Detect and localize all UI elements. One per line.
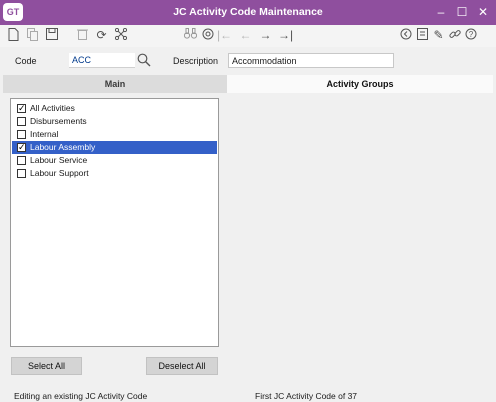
zoom-icon[interactable] [199,27,216,44]
maximize-button[interactable]: ☐ [451,0,473,25]
edit-icon[interactable]: ✎ [430,27,447,44]
list-item[interactable]: Internal [12,128,217,141]
last-record-icon[interactable]: →| [277,27,294,44]
tab-main[interactable]: Main [3,75,227,93]
checkbox[interactable]: ✓ [17,103,26,113]
code-field[interactable] [69,53,135,68]
status-bar: Editing an existing JC Activity Code Fir… [0,388,496,402]
list-item[interactable]: Labour Support [12,167,217,180]
checkbox[interactable] [17,130,26,139]
code-description-row: Code Description [0,49,496,73]
tab-strip: Main Activity Groups [3,75,493,93]
check-icon: ✓ [18,142,26,152]
checkbox[interactable] [17,156,26,165]
activity-list: ✓ All Activities Disbursements Internal … [10,98,219,347]
list-item-label: Labour Support [30,168,89,178]
binoculars-icon[interactable] [182,27,199,44]
back-icon[interactable] [397,27,414,44]
list-item-label: Labour Service [30,155,88,165]
delete-icon[interactable] [74,27,91,44]
list-item-label: Internal [30,129,59,139]
deselect-all-button[interactable]: Deselect All [146,357,218,375]
save-icon[interactable] [43,27,60,44]
list-item-label: Labour Assembly [30,142,96,152]
list-item-selected[interactable]: ✓ Labour Assembly [12,141,217,154]
help-icon[interactable]: ? [462,27,479,44]
tab-activity-groups[interactable]: Activity Groups [227,75,493,93]
check-icon: ✓ [18,103,26,113]
link-icon[interactable] [446,27,463,44]
status-message: Editing an existing JC Activity Code [14,391,148,401]
list-item[interactable]: Disbursements [12,115,217,128]
copy-document-icon[interactable] [24,27,41,44]
list-item[interactable]: Labour Service [12,154,217,167]
description-label: Description [173,56,219,66]
list-item-label: Disbursements [30,116,87,126]
svg-text:?: ? [468,30,473,39]
refresh-icon[interactable]: ⟳ [93,27,110,44]
record-position: First JC Activity Code of 37 [255,391,358,401]
checkbox[interactable] [17,169,26,178]
tree-icon[interactable] [112,27,129,44]
notes-icon[interactable] [414,27,431,44]
list-item[interactable]: ✓ All Activities [12,102,217,115]
search-icon[interactable] [137,53,151,68]
window-title: JC Activity Code Maintenance [173,6,323,18]
minimize-button[interactable]: – [430,0,452,25]
previous-record-icon[interactable]: ← [237,27,254,44]
checkbox[interactable]: ✓ [17,142,26,152]
select-all-button[interactable]: Select All [11,357,82,375]
checkbox[interactable] [17,117,26,126]
next-record-icon[interactable]: → [257,27,274,44]
close-button[interactable]: ✕ [472,0,494,25]
new-document-icon[interactable] [5,27,22,44]
toolbar: ⟳ |← ← → →| ✎ ? [0,25,496,47]
code-label: Code [15,56,37,66]
title-bar: GT JC Activity Code Maintenance – ☐ ✕ [0,0,496,25]
list-item-label: All Activities [30,103,75,113]
description-field[interactable] [228,53,394,68]
first-record-icon[interactable]: |← [216,27,233,44]
